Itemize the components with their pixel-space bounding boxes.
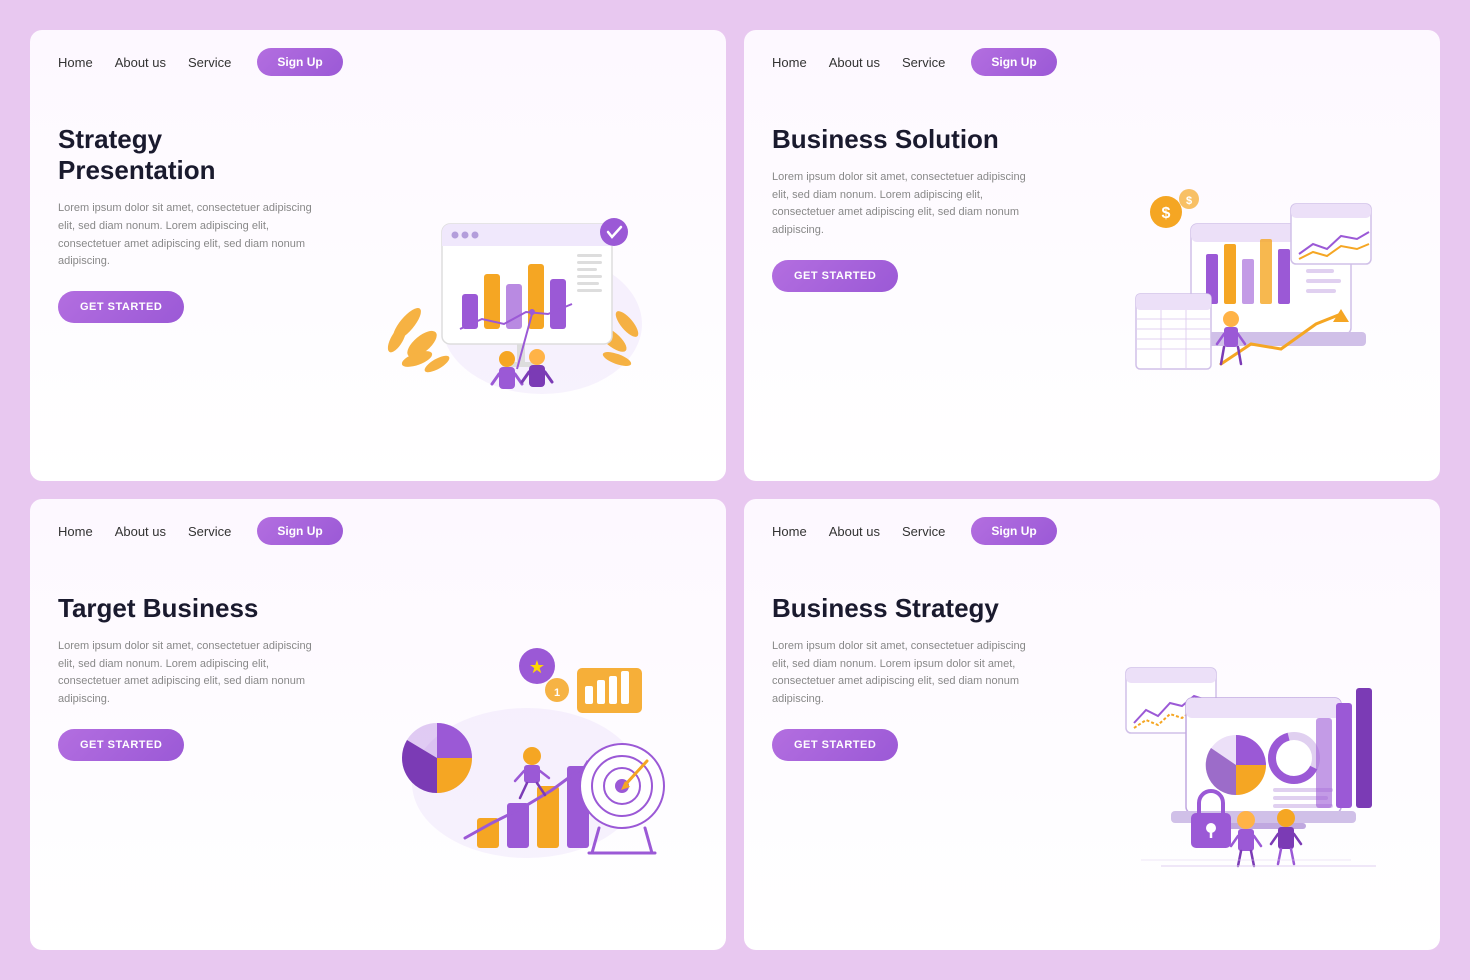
illustration-4 [1041, 583, 1412, 922]
nav-service-3[interactable]: Service [188, 524, 231, 539]
nav-signup-btn-3[interactable]: Sign Up [257, 517, 342, 545]
card-title-3: Target Business [58, 593, 317, 624]
nav-service-4[interactable]: Service [902, 524, 945, 539]
nav-about-2[interactable]: About us [829, 55, 880, 70]
get-started-btn-2[interactable]: GET STARTED [772, 260, 898, 292]
card-target-business: Home About us Service Sign Up Target Bus… [30, 499, 726, 950]
nav-card3: Home About us Service Sign Up [30, 499, 726, 563]
nav-service-1[interactable]: Service [188, 55, 231, 70]
card-business-solution: Home About us Service Sign Up Business S… [744, 30, 1440, 481]
nav-home-2[interactable]: Home [772, 55, 807, 70]
card-body-3: Target Business Lorem ipsum dolor sit am… [30, 563, 726, 950]
illustration-3: ★ 1 [327, 583, 698, 922]
svg-text:$: $ [1162, 205, 1171, 222]
get-started-btn-1[interactable]: GET STARTED [58, 291, 184, 323]
grid-container: Home About us Service Sign Up Strategy P… [0, 0, 1470, 980]
card-body-4: Business Strategy Lorem ipsum dolor sit … [744, 563, 1440, 950]
card-title-2: Business Solution [772, 124, 1031, 155]
nav-signup-btn-1[interactable]: Sign Up [257, 48, 342, 76]
card-body-2: Business Solution Lorem ipsum dolor sit … [744, 94, 1440, 481]
svg-text:$: $ [1186, 195, 1192, 207]
nav-about-1[interactable]: About us [115, 55, 166, 70]
text-section-2: Business Solution Lorem ipsum dolor sit … [772, 114, 1041, 453]
card-desc-2: Lorem ipsum dolor sit amet, consectetuer… [772, 169, 1031, 239]
nav-service-2[interactable]: Service [902, 55, 945, 70]
card-title-4: Business Strategy [772, 593, 1031, 624]
text-section-1: Strategy Presentation Lorem ipsum dolor … [58, 114, 327, 453]
illustration-1 [327, 114, 698, 453]
nav-home-1[interactable]: Home [58, 55, 93, 70]
svg-text:★: ★ [529, 657, 545, 677]
business-strategy-svg [1071, 638, 1381, 868]
card-body-1: Strategy Presentation Lorem ipsum dolor … [30, 94, 726, 481]
business-solution-svg: $ $ [1071, 164, 1381, 404]
target-business-svg: ★ 1 [357, 638, 667, 868]
card-title-1: Strategy Presentation [58, 124, 317, 186]
nav-card4: Home About us Service Sign Up [744, 499, 1440, 563]
text-section-3: Target Business Lorem ipsum dolor sit am… [58, 583, 327, 922]
card-desc-4: Lorem ipsum dolor sit amet, consectetuer… [772, 638, 1031, 708]
card-strategy-presentation: Home About us Service Sign Up Strategy P… [30, 30, 726, 481]
text-section-4: Business Strategy Lorem ipsum dolor sit … [772, 583, 1041, 922]
nav-signup-btn-4[interactable]: Sign Up [971, 517, 1056, 545]
svg-text:1: 1 [554, 687, 560, 699]
card-desc-3: Lorem ipsum dolor sit amet, consectetuer… [58, 638, 317, 708]
get-started-btn-4[interactable]: GET STARTED [772, 729, 898, 761]
nav-about-3[interactable]: About us [115, 524, 166, 539]
nav-card2: Home About us Service Sign Up [744, 30, 1440, 94]
card-desc-1: Lorem ipsum dolor sit amet, consectetuer… [58, 200, 317, 270]
card-business-strategy: Home About us Service Sign Up Business S… [744, 499, 1440, 950]
nav-signup-btn-2[interactable]: Sign Up [971, 48, 1056, 76]
nav-home-3[interactable]: Home [58, 524, 93, 539]
nav-about-4[interactable]: About us [829, 524, 880, 539]
nav-card1: Home About us Service Sign Up [30, 30, 726, 94]
nav-home-4[interactable]: Home [772, 524, 807, 539]
strategy-svg [362, 164, 662, 404]
illustration-2: $ $ [1041, 114, 1412, 453]
get-started-btn-3[interactable]: GET STARTED [58, 729, 184, 761]
